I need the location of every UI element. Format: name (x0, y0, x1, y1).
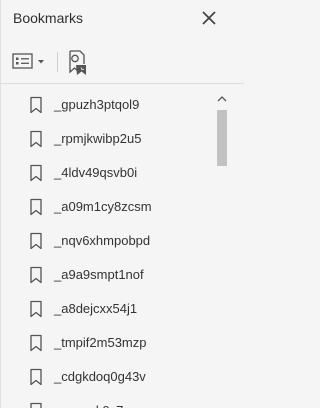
bookmark-item[interactable]: _a9a9smpt1nof (1, 258, 214, 292)
bookmark-item[interactable]: _tmpif2m53mzp (1, 326, 214, 360)
bookmark-label: _tmpif2m53mzp (54, 335, 147, 350)
bookmark-label: _nqv6xhmpobpd (54, 233, 151, 248)
bookmark-item[interactable]: _a8dejcxx54j1 (1, 292, 214, 326)
chevron-up-icon (217, 96, 227, 102)
bookmark-label: _a09m1cy8zcsm (54, 199, 152, 214)
bookmark-label: _gpuzh3ptqol9 (54, 97, 140, 112)
bookmark-icon (30, 96, 42, 114)
options-menu-button[interactable] (11, 50, 51, 74)
bookmark-item[interactable]: _4ldv49qsvb0i (1, 156, 214, 190)
close-icon (202, 11, 216, 25)
panel-title: Bookmarks (13, 10, 84, 26)
bookmark-label: _a9a9smpt1nof (54, 267, 144, 282)
bookmark-label: _rpmjkwibp2u5 (54, 131, 142, 146)
bookmark-icon (30, 266, 42, 284)
bookmarks-panel: Bookmarks _gpuzh3ptqol9 _rpmjkwibp2u5 _4… (0, 0, 244, 408)
list-options-icon (12, 53, 44, 69)
bookmark-icon (30, 164, 42, 182)
bookmark-icon (30, 402, 42, 408)
new-bookmark-button[interactable] (64, 48, 90, 76)
bookmark-item[interactable]: _aowmk0z7cgpu (1, 394, 214, 408)
bookmark-item[interactable]: _cdgkdoq0g43v (1, 360, 214, 394)
bookmark-label: _cdgkdoq0g43v (54, 369, 146, 384)
toolbar-divider (57, 52, 58, 72)
bookmark-icon (30, 368, 42, 386)
scroll-up-button[interactable] (214, 92, 230, 104)
bookmark-icon (30, 334, 42, 352)
bookmark-icon (30, 232, 42, 250)
close-button[interactable] (199, 8, 219, 28)
bookmark-item[interactable]: _a09m1cy8zcsm (1, 190, 214, 224)
bookmark-item[interactable]: _gpuzh3ptqol9 (1, 88, 214, 122)
bookmark-icon (30, 198, 42, 216)
bookmark-label: _aowmk0z7cgpu (54, 403, 152, 408)
chevron-down-icon (38, 60, 44, 64)
bookmark-label: _a8dejcxx54j1 (54, 301, 138, 316)
panel-header: Bookmarks (1, 0, 244, 38)
vertical-scrollbar[interactable] (214, 88, 230, 408)
bookmark-icon (30, 130, 42, 148)
bookmark-item[interactable]: _nqv6xhmpobpd (1, 224, 214, 258)
bookmarks-toolbar (1, 40, 244, 84)
add-bookmark-icon (69, 50, 86, 75)
scroll-thumb[interactable] (217, 110, 227, 166)
bookmarks-list: _gpuzh3ptqol9 _rpmjkwibp2u5 _4ldv49qsvb0i _… (1, 88, 214, 408)
bookmark-item[interactable]: _rpmjkwibp2u5 (1, 122, 214, 156)
bookmark-label: _4ldv49qsvb0i (54, 165, 138, 180)
bookmark-icon (30, 300, 42, 318)
